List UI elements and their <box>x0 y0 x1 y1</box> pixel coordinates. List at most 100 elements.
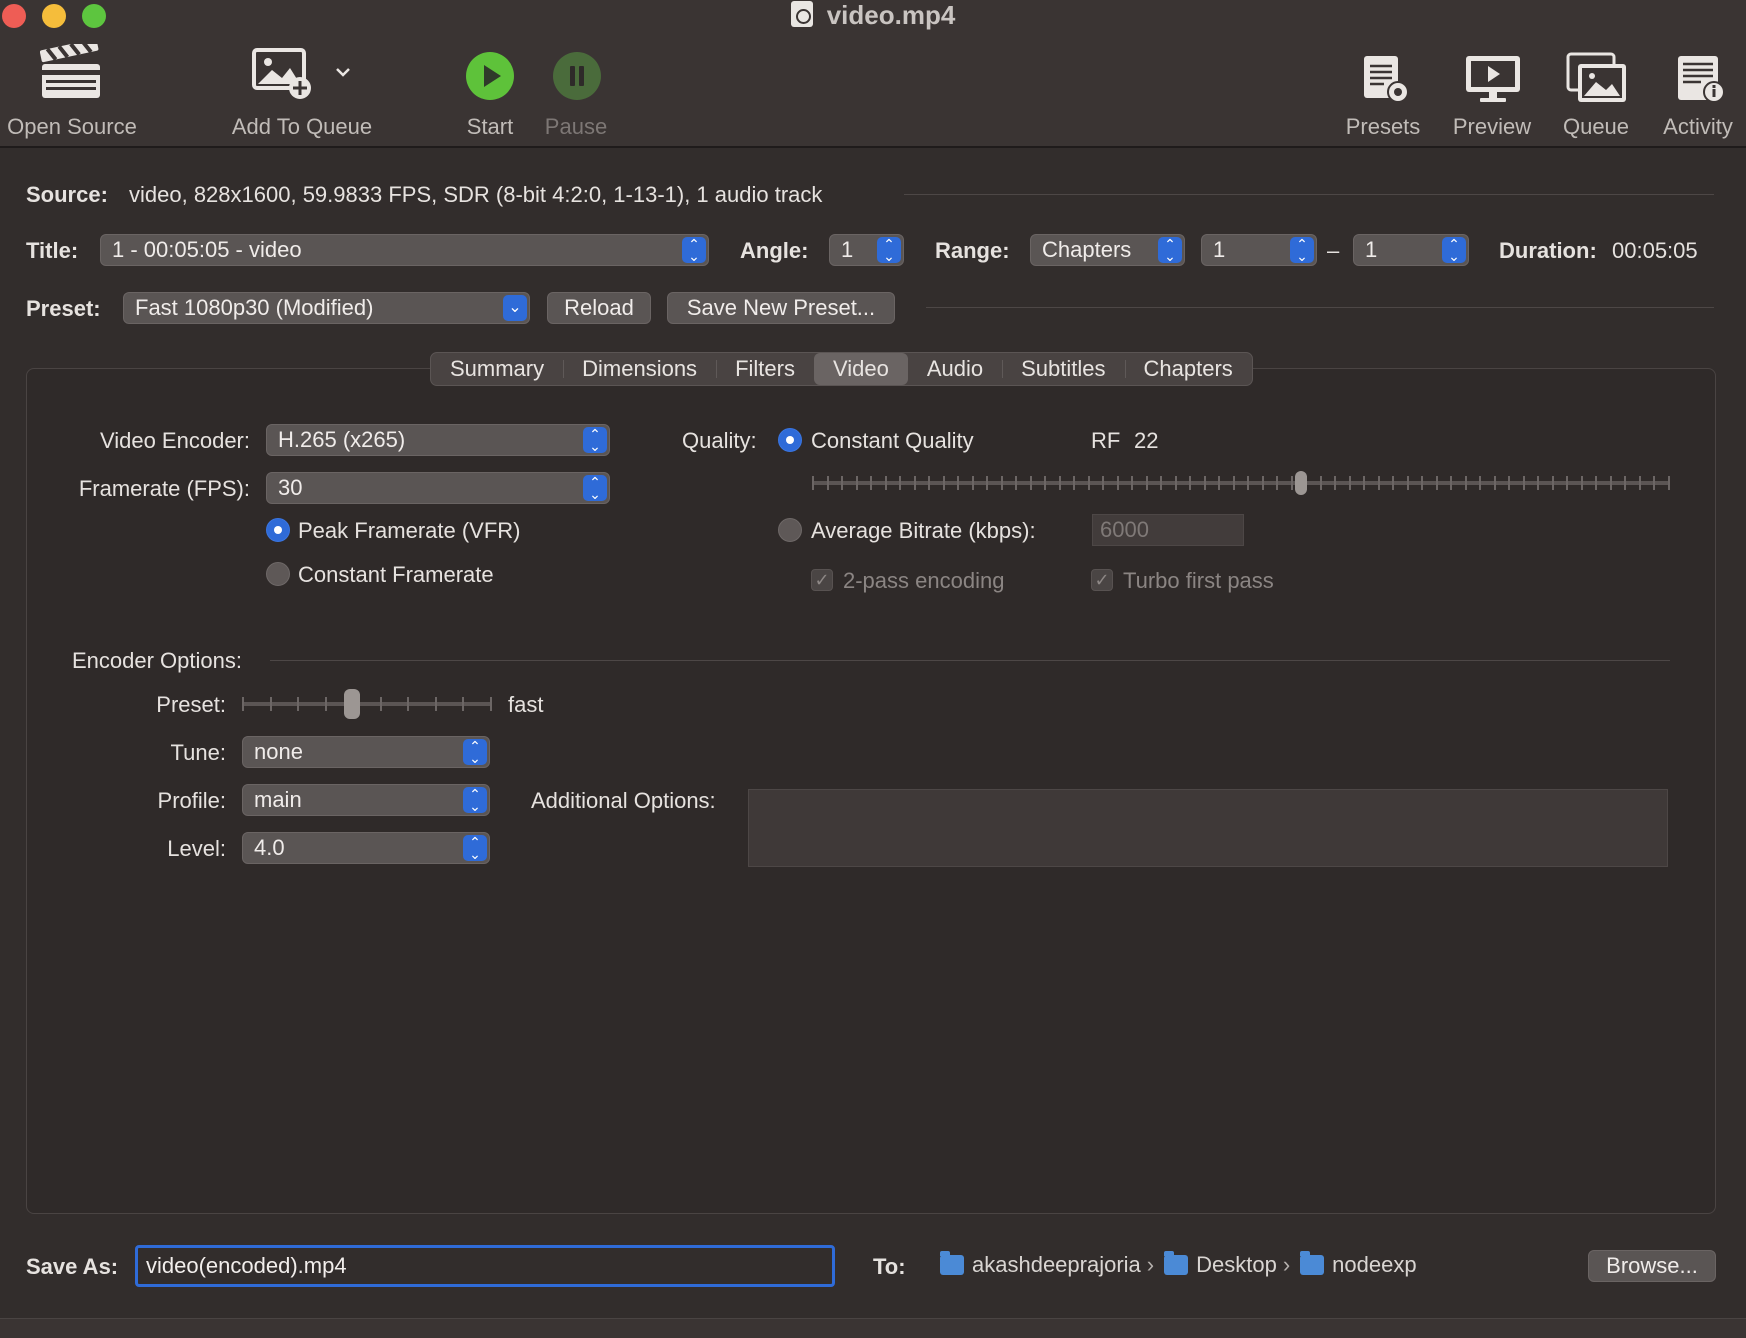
queue-images-icon <box>1566 52 1626 102</box>
framerate-select[interactable]: 30 ⌃ ⌄ <box>266 472 610 504</box>
average-bitrate-radio[interactable] <box>778 518 802 542</box>
source-info: video, 828x1600, 59.9833 FPS, SDR (8-bit… <box>129 182 823 207</box>
range-end-value: 1 <box>1365 237 1378 262</box>
slider-tick <box>1276 476 1278 490</box>
preset-divider <box>926 307 1714 308</box>
slider-tick <box>1523 476 1525 490</box>
slider-track <box>812 481 1670 485</box>
slider-tick <box>1131 476 1133 490</box>
range-start-select[interactable]: 1 ⌃ ⌄ <box>1201 234 1317 266</box>
range-dash: – <box>1327 238 1340 263</box>
turbo-first-pass-checkbox[interactable]: ✓ <box>1091 569 1113 591</box>
slider-tick <box>1508 476 1510 490</box>
slider-tick <box>435 697 437 711</box>
tune-select[interactable]: none ⌃ ⌄ <box>242 736 490 768</box>
path-segment-nodeexp[interactable]: nodeexp <box>1332 1252 1416 1277</box>
tab-subtitles[interactable]: Subtitles <box>1002 353 1124 385</box>
slider-tick <box>899 476 901 490</box>
two-pass-checkbox[interactable]: ✓ <box>811 569 833 591</box>
video-encoder-select[interactable]: H.265 (x265) ⌃ ⌄ <box>266 424 610 456</box>
save-as-input[interactable]: video(encoded).mp4 <box>135 1245 835 1287</box>
angle-select[interactable]: 1 ⌃ ⌄ <box>829 234 904 266</box>
constant-framerate-label: Constant Framerate <box>298 562 494 587</box>
slider-tick <box>1436 476 1438 490</box>
chevron-down-icon: ⌄ <box>503 295 527 321</box>
tab-dimensions[interactable]: Dimensions <box>563 353 716 385</box>
slider-tick <box>1595 476 1597 490</box>
tab-chapters[interactable]: Chapters <box>1124 353 1252 385</box>
range-type-value: Chapters <box>1042 237 1132 262</box>
slider-tick <box>1581 476 1583 490</box>
tab-summary[interactable]: Summary <box>431 353 563 385</box>
slider-tick <box>943 476 945 490</box>
clapperboard-icon <box>40 44 100 98</box>
encoder-preset-value: fast <box>508 692 544 717</box>
preset-label: Preset: <box>26 296 101 321</box>
range-type-select[interactable]: Chapters ⌃ ⌄ <box>1030 234 1185 266</box>
angle-label: Angle: <box>740 238 809 263</box>
range-end-select[interactable]: 1 ⌃ ⌄ <box>1353 234 1469 266</box>
slider-tick <box>1218 476 1220 490</box>
save-new-preset-button[interactable]: Save New Preset... <box>667 292 895 324</box>
browse-button[interactable]: Browse... <box>1588 1250 1716 1282</box>
updown-chevron-icon: ⌃ ⌄ <box>463 739 487 765</box>
title-select[interactable]: 1 - 00:05:05 - video ⌃ ⌄ <box>100 234 709 266</box>
constant-quality-radio[interactable] <box>778 428 802 452</box>
tab-video[interactable]: Video <box>813 353 908 385</box>
slider-tick <box>1117 476 1119 490</box>
slider-knob[interactable] <box>1295 471 1307 495</box>
slider-tick <box>1044 476 1046 490</box>
slider-tick <box>1233 476 1235 490</box>
slider-tick <box>1334 476 1336 490</box>
peak-framerate-radio[interactable] <box>266 518 290 542</box>
tab-audio[interactable]: Audio <box>908 353 1002 385</box>
slider-tick <box>885 476 887 490</box>
quality-label: Quality: <box>682 428 757 453</box>
angle-select-value: 1 <box>841 237 854 262</box>
toolbar: video.mp4 Open Source Add To Queue Start… <box>0 0 1746 148</box>
chevron-down-icon[interactable] <box>334 66 352 78</box>
encoder-options-divider <box>270 660 1670 661</box>
profile-select[interactable]: main ⌃ ⌄ <box>242 784 490 816</box>
tab-filters[interactable]: Filters <box>716 353 814 385</box>
reload-button[interactable]: Reload <box>547 292 651 324</box>
slider-tick <box>986 476 988 490</box>
tune-value: none <box>254 739 303 764</box>
updown-chevron-icon: ⌃ ⌄ <box>1442 237 1466 263</box>
slider-tick <box>1160 476 1162 490</box>
slider-tick <box>1407 476 1409 490</box>
level-value: 4.0 <box>254 835 285 860</box>
slider-tick <box>242 697 244 711</box>
encoder-preset-slider[interactable] <box>242 688 492 720</box>
preset-select[interactable]: Fast 1080p30 (Modified) ⌄ <box>123 292 530 324</box>
level-select[interactable]: 4.0 ⌃ ⌄ <box>242 832 490 864</box>
slider-tick <box>1465 476 1467 490</box>
path-segment-desktop[interactable]: Desktop <box>1196 1252 1277 1277</box>
slider-knob[interactable] <box>344 689 360 719</box>
slider-tick <box>1450 476 1452 490</box>
path-segment-home[interactable]: akashdeeprajoria <box>972 1252 1141 1277</box>
slider-tick <box>1552 476 1554 490</box>
slider-tick <box>1262 476 1264 490</box>
slider-tick <box>490 697 492 711</box>
home-folder-icon <box>940 1251 964 1275</box>
slider-tick <box>380 697 382 711</box>
updown-chevron-icon: ⌃ ⌄ <box>682 237 706 263</box>
slider-tick <box>1059 476 1061 490</box>
bitrate-input[interactable]: 6000 <box>1092 514 1244 546</box>
slider-tick <box>297 697 299 711</box>
rf-quality-slider[interactable] <box>812 470 1670 496</box>
pause-icon <box>553 52 601 100</box>
destination-path[interactable]: akashdeeprajoria › Desktop › nodeexp <box>940 1251 1417 1278</box>
path-chevron-icon: › <box>1282 1252 1291 1277</box>
constant-framerate-radio[interactable] <box>266 562 290 586</box>
turbo-first-pass-label: Turbo first pass <box>1123 568 1274 593</box>
window-title-text: video.mp4 <box>826 0 956 30</box>
slider-tick <box>1566 476 1568 490</box>
profile-label: Profile: <box>157 788 226 813</box>
slider-tick <box>812 476 814 490</box>
slider-tick <box>1291 476 1293 490</box>
additional-options-input[interactable] <box>748 789 1668 867</box>
source-label: Source: <box>26 182 108 207</box>
title-select-value: 1 - 00:05:05 - video <box>112 237 302 262</box>
